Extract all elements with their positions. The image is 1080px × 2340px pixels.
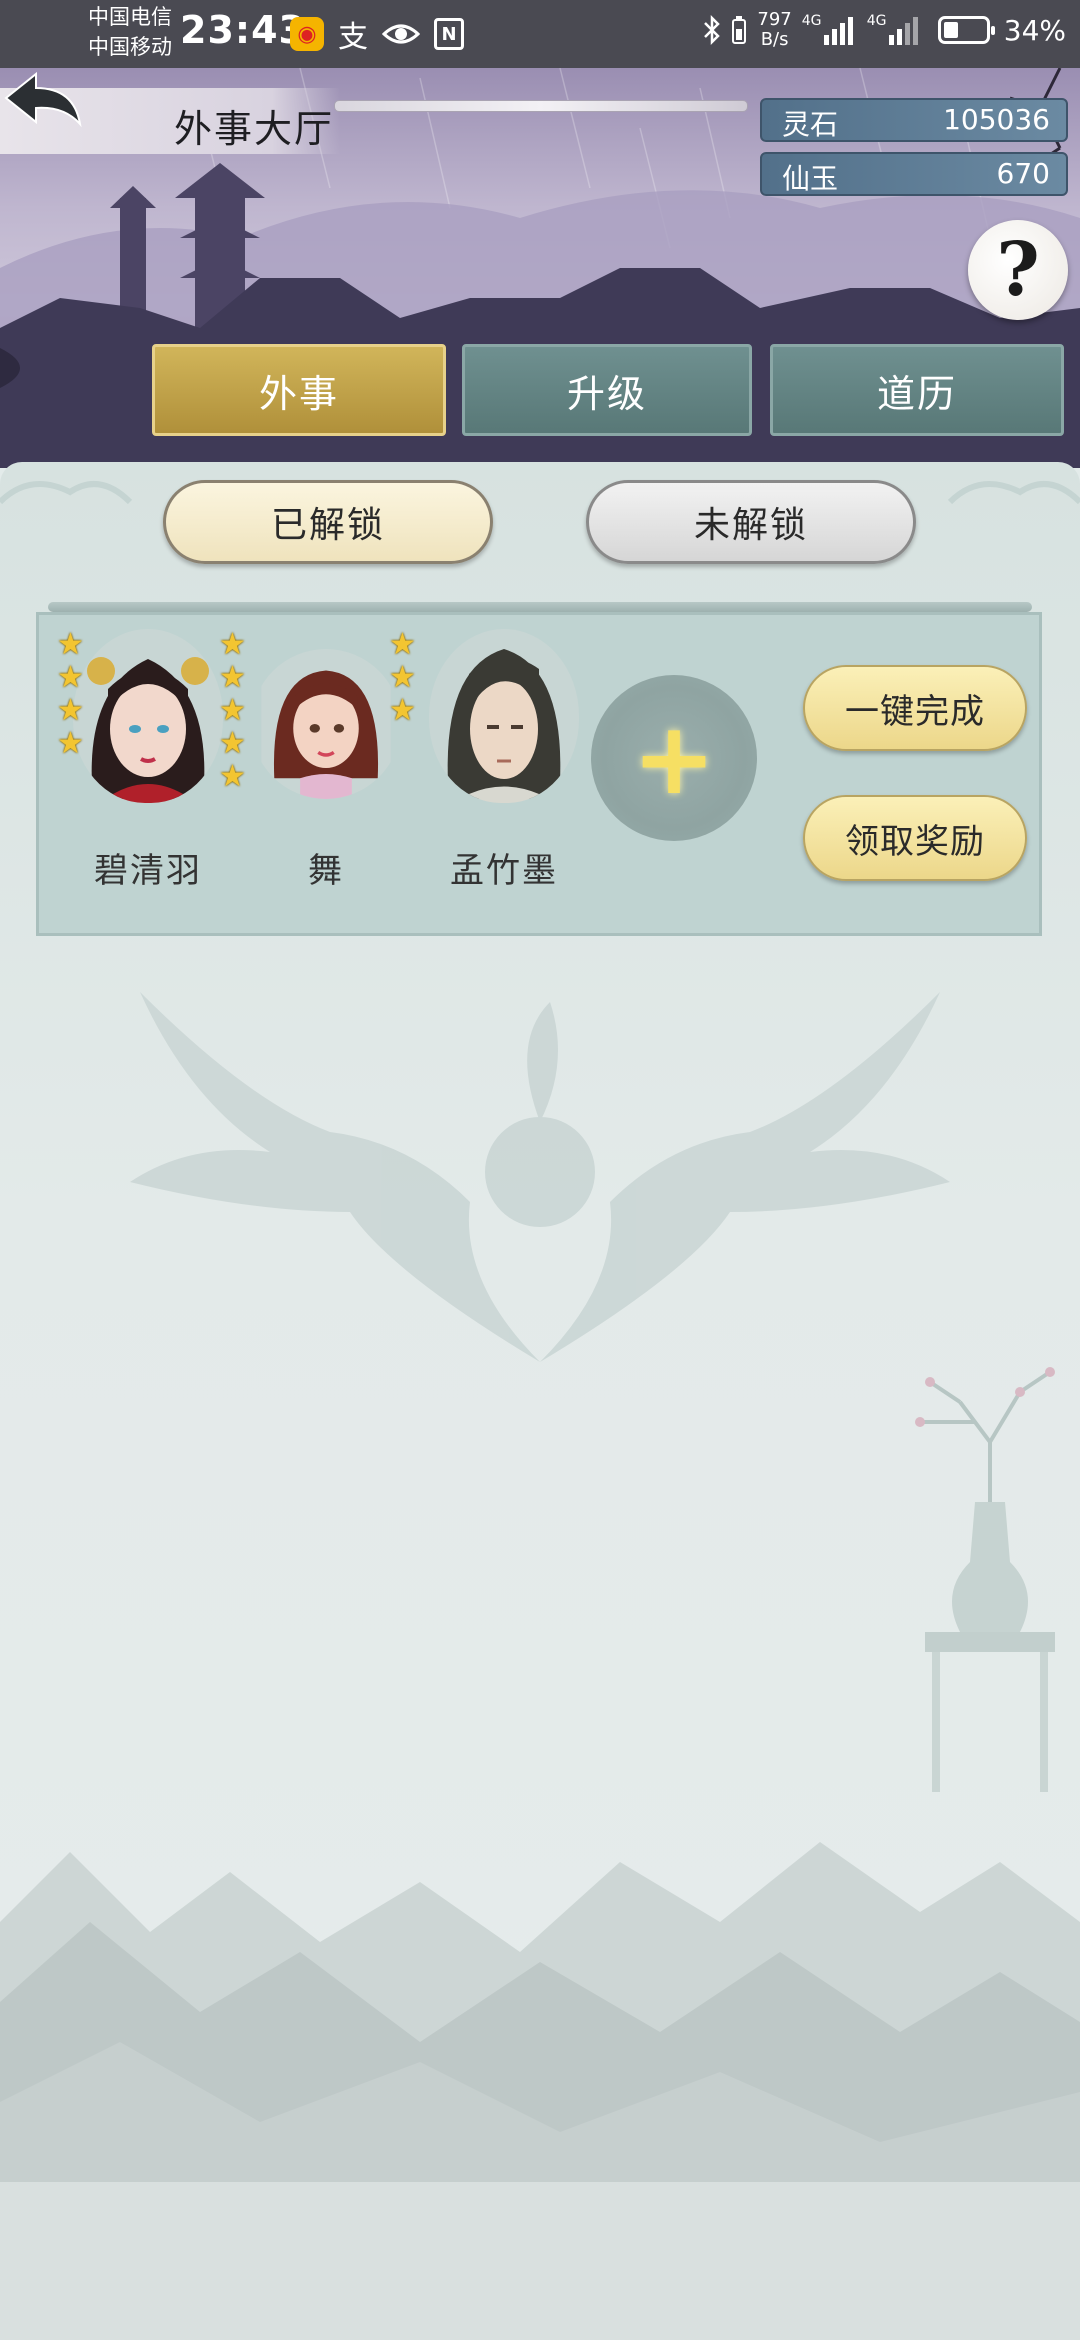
claim-reward-button[interactable]: 领取奖励: [803, 795, 1027, 881]
currency-name: 灵石: [782, 108, 839, 141]
net-speed: 797 B/s: [757, 10, 791, 50]
hero-stars-left: ★ ★ ★ ★: [57, 627, 84, 761]
carrier-1: 中国电信: [88, 5, 172, 29]
complete-all-button[interactable]: 一键完成: [803, 665, 1027, 751]
battery-icon: [937, 16, 995, 44]
hero-stars-left: ★ ★ ★: [389, 627, 416, 728]
currency-immortal-jade: 仙玉 670: [760, 152, 1068, 196]
tab-upgrade[interactable]: 升级: [462, 344, 752, 436]
hero-avatar: [429, 629, 579, 803]
add-hero-button[interactable]: +: [591, 675, 757, 841]
page-title: 外事大厅: [174, 107, 335, 151]
help-button[interactable]: ?: [968, 220, 1068, 320]
eye-icon: [382, 24, 420, 44]
scroll-rod: [48, 602, 1032, 612]
hero-card: ★ ★ ★ ★ ★ ★ ★ ★ ★ 碧清羽 舞 ★ ★ ★ 孟竹墨 + 一键完成…: [36, 612, 1042, 936]
filter-locked-button[interactable]: 未解锁: [586, 480, 916, 564]
title-decoration: [334, 100, 748, 112]
carrier-2: 中国移动: [88, 35, 172, 59]
tab-dao-calendar[interactable]: 道历: [770, 344, 1064, 436]
hero-stars-right: ★ ★ ★ ★ ★: [219, 627, 246, 794]
clock: 23:43: [180, 8, 306, 52]
plus-icon: +: [632, 699, 716, 817]
battery-saver-icon: [732, 16, 747, 44]
vase-tree-decoration: [915, 1367, 1055, 1792]
net-speed-unit: B/s: [760, 29, 789, 50]
payment-app-icon: 支: [338, 20, 368, 55]
mountain-decoration: [0, 1842, 1080, 2340]
carrier-info: 中国电信 中国移动: [88, 2, 172, 62]
cloud-decoration: [0, 481, 1080, 505]
currency-value: 105036: [943, 103, 1050, 136]
header-scene: 外事大厅 灵石 105036 仙玉 670 ? 外事 升级 道历: [0, 68, 1080, 468]
nfc-icon: N: [434, 18, 464, 50]
signal-1-label: 4G: [801, 13, 822, 29]
signal-icon-1: 4G: [802, 13, 853, 45]
tab-affairs[interactable]: 外事: [152, 344, 446, 436]
battery-percent: 34%: [1003, 13, 1066, 47]
main-panel: 已解锁 未解锁 ★ ★ ★ ★ ★ ★ ★ ★ ★ 碧清羽 舞 ★ ★ ★ 孟竹…: [0, 462, 1080, 2340]
signal-icon-2: 4G: [867, 13, 918, 45]
net-speed-value: 797: [757, 9, 792, 30]
currency-name: 仙玉: [782, 162, 839, 195]
weibo-icon: ◉: [290, 17, 324, 51]
currency-spirit-stone: 灵石 105036: [760, 98, 1068, 142]
back-button[interactable]: [0, 68, 90, 134]
hero-name: 孟竹墨: [450, 851, 558, 891]
hero-avatar: [73, 629, 223, 803]
bluetooth-icon: [704, 14, 721, 46]
currency-value: 670: [996, 157, 1050, 190]
wing-emblem-decoration: [130, 992, 950, 1362]
status-bar: 中国电信 中国移动 23:43 ◉ 支 N 797 B/s 4G 4G 34%: [0, 0, 1080, 68]
filter-unlocked-button[interactable]: 已解锁: [163, 480, 493, 564]
hero-avatar: [261, 649, 391, 799]
signal-2-label: 4G: [866, 13, 887, 29]
